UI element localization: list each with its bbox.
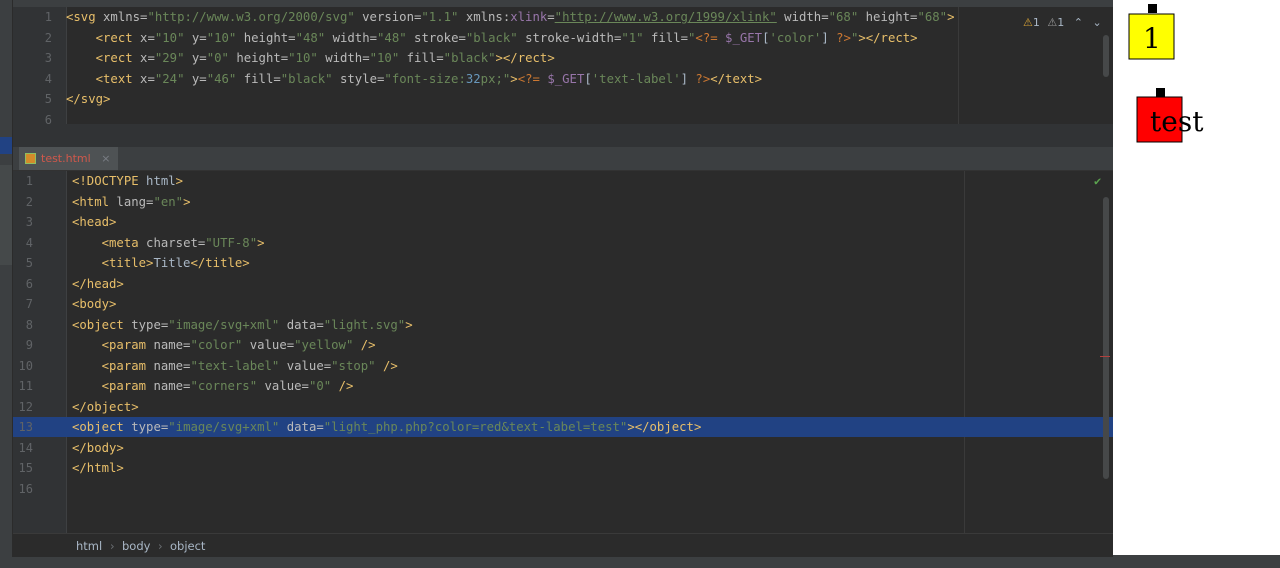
- code-text[interactable]: </object>: [72, 397, 139, 417]
- chevron-up-icon[interactable]: ⌃: [1074, 16, 1083, 29]
- code-line[interactable]: 4 <text x="24" y="46" fill="black" style…: [13, 69, 1113, 89]
- code-line[interactable]: 7 <body>: [13, 294, 1113, 314]
- line-number[interactable]: 16: [13, 479, 33, 499]
- top-tab-strip: [13, 0, 1113, 7]
- code-text[interactable]: <html lang="en">: [72, 192, 190, 212]
- line-number[interactable]: 10: [13, 356, 33, 376]
- line-number[interactable]: 1: [13, 171, 33, 191]
- code-line[interactable]: 14 </body>: [13, 438, 1113, 458]
- code-text[interactable]: <head>: [72, 212, 116, 232]
- vertical-scrollbar[interactable]: [1103, 35, 1109, 77]
- code-line[interactable]: 16: [13, 479, 1113, 499]
- code-text[interactable]: <object type="image/svg+xml" data="light…: [72, 417, 701, 437]
- line-number[interactable]: 8: [13, 315, 33, 335]
- line-number[interactable]: 5: [13, 253, 33, 273]
- vertical-scrollbar[interactable]: [1103, 197, 1109, 479]
- line-number[interactable]: 4: [13, 233, 33, 253]
- light-label: 1: [1143, 22, 1161, 55]
- ide-window: 1 <svg xmlns="http://www.w3.org/2000/svg"…: [0, 0, 1113, 568]
- code-line[interactable]: 11 <param name="corners" value="0" />: [13, 376, 1113, 396]
- line-number[interactable]: 3: [32, 48, 52, 68]
- code-line[interactable]: 1 <svg xmlns="http://www.w3.org/2000/svg"…: [13, 7, 1113, 27]
- light-svg-yellow: 1: [1128, 4, 1175, 60]
- code-line[interactable]: 5 </svg>: [13, 89, 1113, 109]
- code-line[interactable]: 5 <title>Title</title>: [13, 253, 1113, 273]
- light-svg-red: test: [1136, 88, 1204, 143]
- code-text[interactable]: <body>: [72, 294, 116, 314]
- code-text[interactable]: </body>: [72, 438, 124, 458]
- code-line[interactable]: 3 <rect x="29" y="0" height="10" width="…: [13, 48, 1113, 68]
- code-text[interactable]: </html>: [72, 458, 124, 478]
- inspection-widget[interactable]: ⚠1 ⚠1 ⌃ ⌄: [1023, 16, 1102, 29]
- code-text[interactable]: <svg xmlns="http://www.w3.org/2000/svg" …: [66, 7, 955, 27]
- line-number[interactable]: 2: [13, 192, 33, 212]
- light-label: test: [1150, 105, 1204, 138]
- warning-icon: ⚠: [1023, 16, 1033, 29]
- chevron-down-icon[interactable]: ⌄: [1092, 16, 1101, 29]
- code-text[interactable]: <!DOCTYPE html>: [72, 171, 183, 191]
- light-cap: [1148, 4, 1157, 13]
- code-text[interactable]: </head>: [72, 274, 124, 294]
- code-text[interactable]: <text x="24" y="46" fill="black" style="…: [66, 69, 762, 89]
- editor-split-divider[interactable]: [13, 124, 1113, 147]
- breadcrumb: html › body › object: [13, 533, 1113, 558]
- code-text[interactable]: <meta charset="UTF-8">: [72, 233, 265, 253]
- left-tool-strip: [0, 0, 12, 568]
- line-number[interactable]: 6: [13, 274, 33, 294]
- close-icon[interactable]: ×: [101, 152, 110, 165]
- svg-editor-pane[interactable]: 1 <svg xmlns="http://www.w3.org/2000/svg"…: [13, 7, 1113, 127]
- code-text[interactable]: <param name="corners" value="0" />: [72, 376, 354, 396]
- code-text[interactable]: </svg>: [66, 89, 110, 109]
- left-strip-active-marker: [0, 137, 12, 154]
- line-number[interactable]: 11: [13, 376, 33, 396]
- code-line[interactable]: 2 <rect x="10" y="10" height="48" width=…: [13, 28, 1113, 48]
- tab-label: test.html: [41, 152, 91, 165]
- line-number[interactable]: 5: [32, 89, 52, 109]
- code-line[interactable]: 6 </head>: [13, 274, 1113, 294]
- breadcrumb-body[interactable]: body: [122, 534, 150, 558]
- breadcrumb-html[interactable]: html: [76, 534, 102, 558]
- weak-warning-icon: ⚠: [1047, 16, 1058, 29]
- line-number[interactable]: 15: [13, 458, 33, 478]
- code-text[interactable]: <rect x="29" y="0" height="10" width="10…: [66, 48, 555, 68]
- status-bar: [0, 557, 1113, 568]
- code-text[interactable]: <rect x="10" y="10" height="48" width="4…: [66, 28, 918, 48]
- code-line[interactable]: 1 <!DOCTYPE html>: [13, 171, 1113, 191]
- code-line[interactable]: 13 <object type="image/svg+xml" data="lig…: [13, 417, 1113, 437]
- line-number[interactable]: 9: [13, 335, 33, 355]
- editor-tab-bar: test.html ×: [13, 147, 1113, 171]
- code-text[interactable]: <param name="color" value="yellow" />: [72, 335, 376, 355]
- code-line[interactable]: 2 <html lang="en">: [13, 192, 1113, 212]
- line-number[interactable]: 7: [13, 294, 33, 314]
- left-strip-panel: [0, 165, 12, 265]
- browser-preview: 1 test: [1113, 0, 1280, 555]
- check-icon: ✔: [1094, 174, 1102, 188]
- error-stripe-mark[interactable]: [1100, 356, 1110, 357]
- code-line[interactable]: 4 <meta charset="UTF-8">: [13, 233, 1113, 253]
- code-line[interactable]: 3 <head>: [13, 212, 1113, 232]
- breadcrumb-object[interactable]: object: [170, 534, 205, 558]
- code-text[interactable]: <object type="image/svg+xml" data="light…: [72, 315, 413, 335]
- light-cap: [1156, 88, 1165, 97]
- line-number[interactable]: 3: [13, 212, 33, 232]
- line-number[interactable]: 13: [13, 417, 33, 437]
- code-line[interactable]: 12 </object>: [13, 397, 1113, 417]
- tab-test-html[interactable]: test.html ×: [19, 147, 119, 170]
- line-number[interactable]: 14: [13, 438, 33, 458]
- code-text[interactable]: <title>Title</title>: [72, 253, 250, 273]
- html-file-icon: [25, 153, 36, 164]
- code-line[interactable]: 10 <param name="text-label" value="stop"…: [13, 356, 1113, 376]
- line-number[interactable]: 4: [32, 69, 52, 89]
- line-number[interactable]: 2: [32, 28, 52, 48]
- code-text[interactable]: <param name="text-label" value="stop" />: [72, 356, 398, 376]
- line-number[interactable]: 12: [13, 397, 33, 417]
- code-line[interactable]: 15 </html>: [13, 458, 1113, 478]
- line-number[interactable]: 1: [32, 7, 52, 27]
- code-line[interactable]: 8 <object type="image/svg+xml" data="ligh…: [13, 315, 1113, 335]
- code-line[interactable]: 9 <param name="color" value="yellow" />: [13, 335, 1113, 355]
- html-editor-pane[interactable]: 1 <!DOCTYPE html> 2 <html lang="en"> 3 <head>…: [13, 171, 1113, 533]
